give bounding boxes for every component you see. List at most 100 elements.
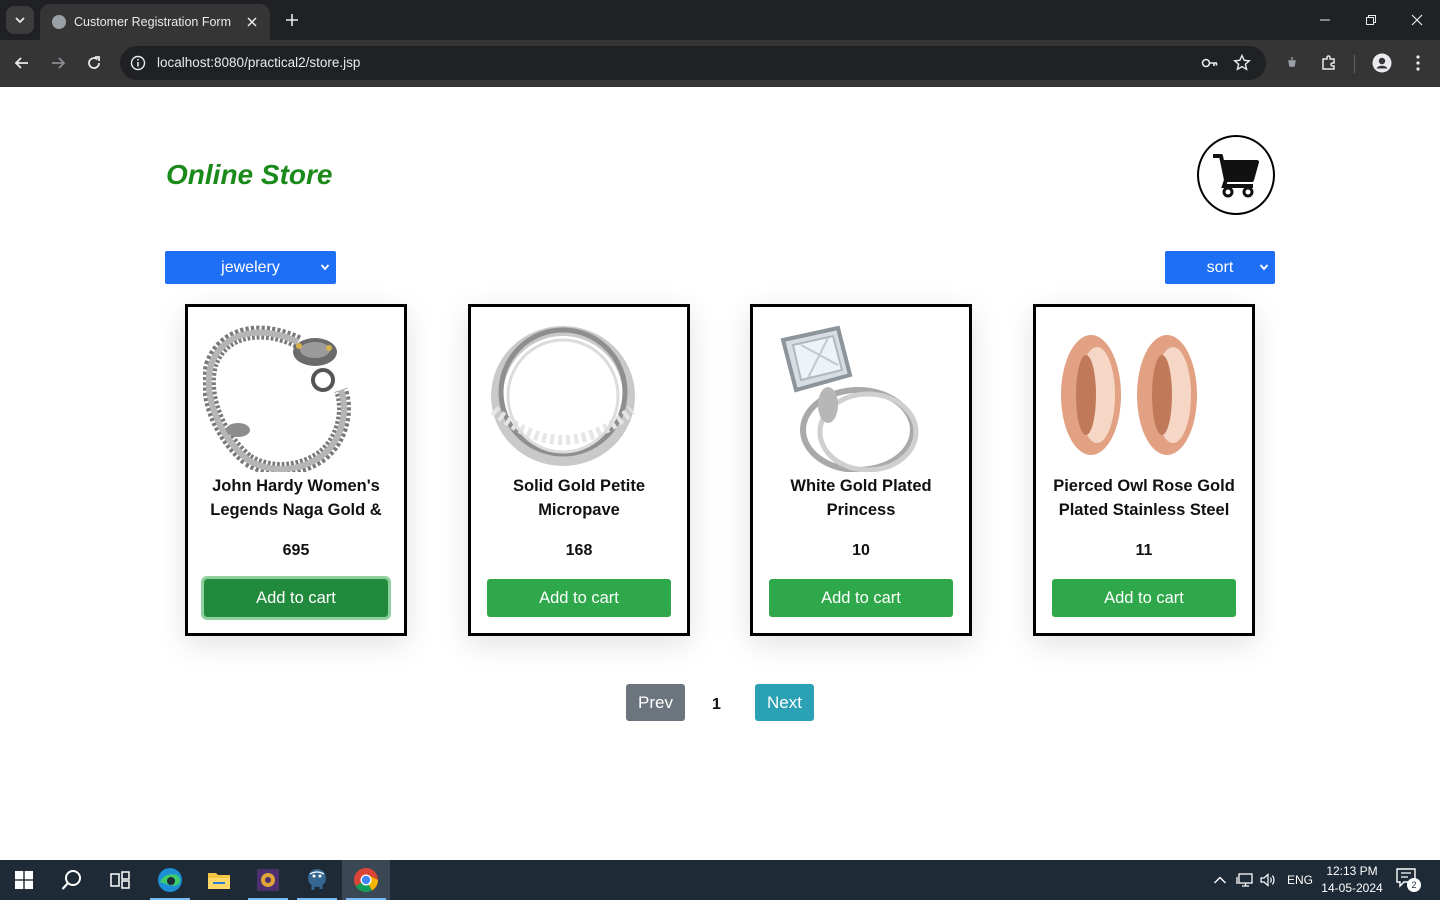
start-icon (15, 871, 33, 889)
product-name: White Gold Plated Princess (790, 477, 932, 519)
app-icon (257, 869, 279, 891)
search-icon (61, 870, 81, 890)
chevron-up-icon (1214, 876, 1226, 884)
browser-menu-button[interactable] (1406, 51, 1430, 75)
prev-page-button[interactable]: Prev (626, 684, 685, 721)
product-name: Pierced Owl Rose Gold Plated Stainless S… (1053, 477, 1235, 519)
taskbar-app-chrome[interactable] (342, 860, 390, 900)
puzzle-icon (1322, 55, 1335, 70)
store-page: Online Store jewelery sort John Hardy Wo (0, 87, 1440, 860)
product-name: John Hardy Women's Legends Naga Gold & (210, 477, 382, 519)
edge-icon (158, 868, 182, 892)
add-to-cart-button[interactable]: Add to cart (201, 576, 391, 620)
add-to-cart-button[interactable]: Add to cart (1052, 579, 1236, 617)
sort-select[interactable]: sort (1165, 251, 1275, 284)
star-icon (1233, 54, 1251, 71)
close-window-button[interactable] (1394, 0, 1440, 40)
network-icon (1236, 873, 1253, 887)
taskbar-app-tool[interactable] (244, 860, 292, 900)
product-price: 168 (565, 542, 593, 559)
password-key-button[interactable] (1198, 51, 1222, 75)
taskbar-search-button[interactable] (48, 860, 96, 900)
plus-icon (286, 14, 298, 26)
back-button[interactable] (8, 49, 36, 77)
toolbar-divider (1354, 55, 1355, 73)
product-image-bracelet (203, 325, 351, 472)
file-explorer-icon (208, 873, 230, 889)
dropper-icon (1288, 57, 1296, 67)
notification-center-button[interactable]: 2 (1396, 868, 1422, 892)
more-vert-icon (1416, 55, 1420, 71)
site-info-button[interactable] (126, 51, 150, 75)
product-card: Solid Gold Petite Micropave 168 Add to c… (468, 304, 690, 636)
product-price: 11 (1135, 542, 1153, 559)
product-price: 695 (282, 542, 310, 559)
chrome-icon (354, 868, 378, 893)
tab-close-button[interactable] (244, 14, 260, 30)
clock-date: 14-05-2024 (1321, 881, 1383, 895)
category-select[interactable]: jewelery (165, 251, 336, 284)
sort-select-value: sort (1206, 258, 1234, 276)
taskbar-app-file-explorer[interactable] (195, 860, 243, 900)
minimize-button[interactable] (1302, 0, 1348, 40)
product-card: John Hardy Women's Legends Naga Gold & 6… (185, 304, 407, 636)
profile-button[interactable] (1370, 51, 1394, 75)
product-price: 10 (852, 542, 870, 559)
restore-button[interactable] (1348, 0, 1394, 40)
volume-button[interactable] (1258, 870, 1278, 890)
add-to-cart-button[interactable]: Add to cart (487, 579, 671, 617)
browser-tab-bar: Customer Registration Form (0, 0, 1440, 40)
network-button[interactable] (1235, 870, 1255, 890)
product-image-plugs (1061, 335, 1197, 455)
close-icon (247, 17, 257, 27)
chevron-down-icon (320, 264, 330, 271)
taskbar: ENG 12:13 PM 14-05-2024 2 (0, 860, 1440, 900)
info-icon (130, 55, 146, 71)
product-card: White Gold Plated Princess 10 Add to car… (750, 304, 972, 636)
extension-pin-button[interactable] (1280, 51, 1304, 75)
close-icon (1411, 14, 1423, 26)
globe-icon (52, 15, 66, 29)
clock-time: 12:13 PM (1326, 864, 1378, 878)
key-icon (1201, 58, 1218, 68)
tray-overflow-button[interactable] (1210, 870, 1230, 890)
new-tab-button[interactable] (282, 10, 302, 30)
current-page-number: 1 (712, 696, 721, 713)
taskbar-app-edge[interactable] (146, 860, 194, 900)
volume-icon (1260, 873, 1275, 887)
arrow-left-icon (14, 57, 28, 69)
address-bar[interactable]: localhost:8080/practical2/store.jsp (120, 46, 1266, 80)
reload-button[interactable] (80, 49, 108, 77)
tab-search-button[interactable] (6, 6, 34, 34)
page-title: Online Store (166, 159, 333, 190)
taskbar-app-postgres[interactable] (293, 860, 341, 900)
category-select-value: jewelery (221, 258, 280, 276)
add-to-cart-button[interactable]: Add to cart (769, 579, 953, 617)
product-image-ring (490, 326, 636, 466)
reload-icon (88, 56, 100, 69)
browser-tab[interactable]: Customer Registration Form (40, 4, 270, 40)
next-page-button[interactable]: Next (755, 684, 814, 721)
tab-title: Customer Registration Form (74, 15, 231, 29)
bookmark-button[interactable] (1230, 51, 1254, 75)
task-view-button[interactable] (96, 860, 144, 900)
forward-button[interactable] (44, 49, 72, 77)
browser-toolbar: localhost:8080/practical2/store.jsp (0, 40, 1440, 87)
url-text: localhost:8080/practical2/store.jsp (157, 55, 361, 70)
minimize-icon (1320, 19, 1330, 21)
language-indicator[interactable]: ENG (1287, 873, 1313, 887)
arrow-right-icon (52, 57, 66, 69)
notification-count-badge: 2 (1407, 878, 1421, 892)
extensions-button[interactable] (1317, 51, 1341, 75)
chevron-down-icon (1259, 264, 1269, 271)
restore-icon (1366, 15, 1376, 25)
product-card: Pierced Owl Rose Gold Plated Stainless S… (1033, 304, 1255, 636)
cart-button[interactable] (1197, 135, 1275, 215)
start-button[interactable] (0, 860, 48, 900)
shopping-cart-icon (1213, 154, 1259, 198)
product-name: Solid Gold Petite Micropave (512, 477, 645, 519)
clock[interactable]: 12:13 PM 14-05-2024 (1318, 863, 1386, 897)
product-image-diamond-ring (780, 325, 919, 472)
chevron-down-icon (15, 17, 25, 24)
postgres-icon (308, 869, 326, 890)
